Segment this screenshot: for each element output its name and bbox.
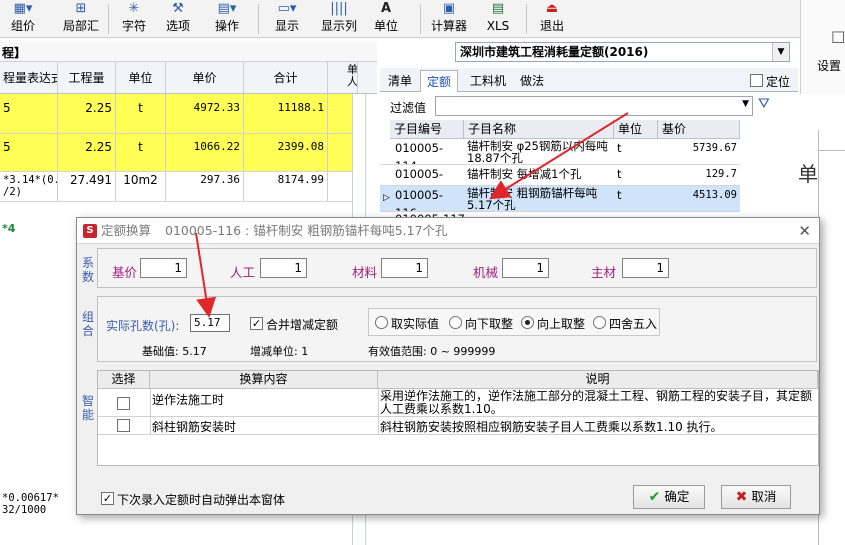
calculator-icon: ▣ (442, 1, 456, 16)
smart-group-label: 智能 (81, 394, 94, 422)
filter-input[interactable]: ▼ (435, 96, 753, 116)
cancel-button[interactable]: ✖ 取消 (721, 485, 791, 509)
coef-material-input[interactable]: 1 (381, 258, 428, 278)
locate-checkbox[interactable] (750, 74, 763, 87)
table-row[interactable]: *3.14*(0. /2) 27.491 10m2 297.36 8174.99 (0, 172, 352, 202)
tools-icon: ⚒ (172, 1, 184, 16)
table-row[interactable]: 010005-114 锚杆制安 φ25钢筋以内每吨18.87个孔 t 5739.… (380, 139, 740, 165)
quota-tabs: 清单 定额 工料机 做法 定位 (380, 68, 798, 92)
settings-label[interactable]: 设置 (817, 57, 841, 74)
actual-holes-input[interactable]: 5.17 (190, 314, 230, 332)
filter-icon[interactable]: ⛛ (758, 96, 770, 112)
toolbar-group-price-button[interactable]: ▦▾ 组价 (4, 0, 42, 36)
main-toolbar: ▦▾ 组价 ⊞ 局部汇 ✳ 字符 ⚒ 选项 ▤▾ 操作 ▭▾ 显示 |||| 显… (0, 0, 800, 38)
filter-label: 过滤值 (390, 101, 427, 115)
cross-icon: ✖ (735, 489, 748, 505)
coef-machine-input[interactable]: 1 (502, 258, 549, 278)
quota-conversion-dialog: S 定额换算 010005-116 : 锚杆制安 粗钢筋锚杆每吨5.17个孔 ✕… (76, 217, 820, 515)
coef-base-input[interactable]: 1 (140, 258, 187, 278)
toolbar-options-button[interactable]: ⚒ 选项 (162, 0, 194, 36)
background-char: 单 (798, 162, 818, 186)
rounding-group: 取实际值 向下取整 向上取整 四舍五入 (368, 308, 660, 336)
green-formula-text: *4 (2, 222, 16, 235)
bottom-formula-text: *0.00617* 32/1000 (2, 492, 59, 516)
table-row[interactable]: 5 2.25 t 1066.22 2399.08 (0, 134, 352, 172)
coef-main-material-input[interactable]: 1 (622, 258, 669, 278)
quota-library-select[interactable]: 深圳市建筑工程消耗量定额(2016) ▼ (455, 42, 790, 62)
tab-bill[interactable]: 清单 (382, 70, 418, 92)
tab-labor-material[interactable]: 工料机 (464, 70, 512, 92)
locate-label: 定位 (766, 75, 791, 89)
dialog-title: 定额换算 (101, 223, 152, 238)
close-icon[interactable]: ✕ (798, 218, 811, 244)
table-row[interactable]: 5 2.25 t 4972.33 11188.1 (0, 94, 352, 134)
left-table-header: 程量表达式 工程量 单位 单价 合计 单 人 (0, 62, 377, 94)
rounding-floor-radio[interactable] (449, 316, 462, 329)
filter-row: 过滤值 ▼ ⛛ (380, 94, 798, 118)
chevron-down-icon: ▼ (742, 99, 749, 109)
tab-method[interactable]: 做法 (514, 70, 550, 92)
toolbar-char-button[interactable]: ✳ 字符 (118, 0, 150, 36)
auto-popup-checkbox[interactable]: ✓ (101, 492, 114, 505)
ok-button[interactable]: ✔ 确定 (633, 485, 705, 509)
toolbar-operate-button[interactable]: ▤▾ 操作 (206, 0, 248, 36)
toolbar-calculator-button[interactable]: ▣ 计算器 (428, 0, 470, 36)
dialog-titlebar: S 定额换算 010005-116 : 锚杆制安 粗钢筋锚杆每吨5.17个孔 ✕ (77, 218, 819, 244)
rounding-actual-radio[interactable] (375, 316, 388, 329)
right-ribbon: ☐ 设置 (800, 0, 845, 95)
smart-row-checkbox[interactable] (117, 419, 130, 432)
check-icon: ✔ (648, 489, 661, 505)
table-row[interactable]: 010005-115 锚杆制安 每增减1个孔 t 129.7 (380, 165, 740, 186)
section-title: 程】 (2, 46, 27, 60)
tab-quota[interactable]: 定额 (420, 70, 459, 92)
toolbar-display-columns-button[interactable]: |||| 显示列 (318, 0, 360, 36)
dialog-subtitle: 010005-116 : 锚杆制安 粗钢筋锚杆每吨5.17个孔 (165, 223, 448, 238)
smart-table: 选择 换算内容 说明 逆作法施工时 采用逆作法施工的，逆作法施工部分的混凝土工程… (97, 370, 819, 466)
rounding-round-radio[interactable] (593, 316, 606, 329)
actual-holes-label: 实际孔数(孔): (106, 319, 180, 333)
merge-label: 合并增减定额 (266, 318, 339, 332)
toolbar-xls-button[interactable]: ▤ XLS (484, 0, 512, 36)
grid-icon: ▦▾ (13, 1, 33, 16)
row-pointer-icon: ▷ (383, 193, 390, 203)
columns-icon: |||| (330, 1, 348, 16)
operate-icon: ▤▾ (217, 1, 237, 16)
toolbar-partial-sum-button[interactable]: ⊞ 局部汇 (60, 0, 102, 36)
toolbar-display-button[interactable]: ▭▾ 显示 (266, 0, 308, 36)
valid-range-text: 有效值范围: 0 ~ 999999 (368, 345, 496, 358)
coef-group-label: 系数 (81, 256, 94, 284)
table-row[interactable]: 斜柱钢筋安装时 斜柱钢筋安装按照相应钢筋安装子目人工费乘以系数1.10 执行。 (98, 417, 818, 435)
combo-group-label: 组合 (81, 310, 94, 338)
table-row[interactable]: 逆作法施工时 采用逆作法施工的，逆作法施工部分的混凝土工程、钢筋工程的安装子目，… (98, 389, 818, 417)
smart-row-checkbox[interactable] (117, 397, 130, 410)
window-icon: ☐ (831, 28, 845, 47)
quota-table: 子目编号 子目名称 单位 基价 010005-114 锚杆制安 φ25钢筋以内每… (380, 120, 798, 220)
display-icon: ▭▾ (277, 1, 297, 16)
app-logo-icon: S (83, 224, 97, 238)
chevron-down-icon: ▼ (772, 43, 789, 61)
sum-icon: ⊞ (75, 1, 87, 16)
toolbar-exit-button[interactable]: ⏏ 退出 (536, 0, 568, 36)
rounding-ceil-radio[interactable] (521, 316, 534, 329)
coef-group: 基价 1 人工 1 材料 1 机械 1 主材 1 (97, 248, 817, 288)
combo-group: 实际孔数(孔): 5.17 ✓ 合并增减定额 取实际值 向下取整 向上取整 四舍… (97, 296, 817, 362)
merge-checkbox[interactable]: ✓ (250, 317, 263, 330)
excel-icon: ▤ (491, 1, 505, 16)
step-unit-text: 增减单位: 1 (250, 345, 309, 358)
asterisk-icon: ✳ (128, 1, 140, 16)
base-value-text: 基础值: 5.17 (142, 345, 207, 358)
toolbar-unit-button[interactable]: A 单位 (368, 0, 404, 36)
coef-labor-input[interactable]: 1 (260, 258, 307, 278)
table-row-selected[interactable]: ▷ 010005-116 锚杆制安 粗钢筋锚杆每吨5.17个孔 t 4513.0… (380, 186, 740, 212)
exit-icon: ⏏ (545, 1, 559, 16)
auto-popup-label: 下次录入定额时自动弹出本窗体 (117, 493, 286, 507)
font-icon: A (380, 1, 392, 16)
